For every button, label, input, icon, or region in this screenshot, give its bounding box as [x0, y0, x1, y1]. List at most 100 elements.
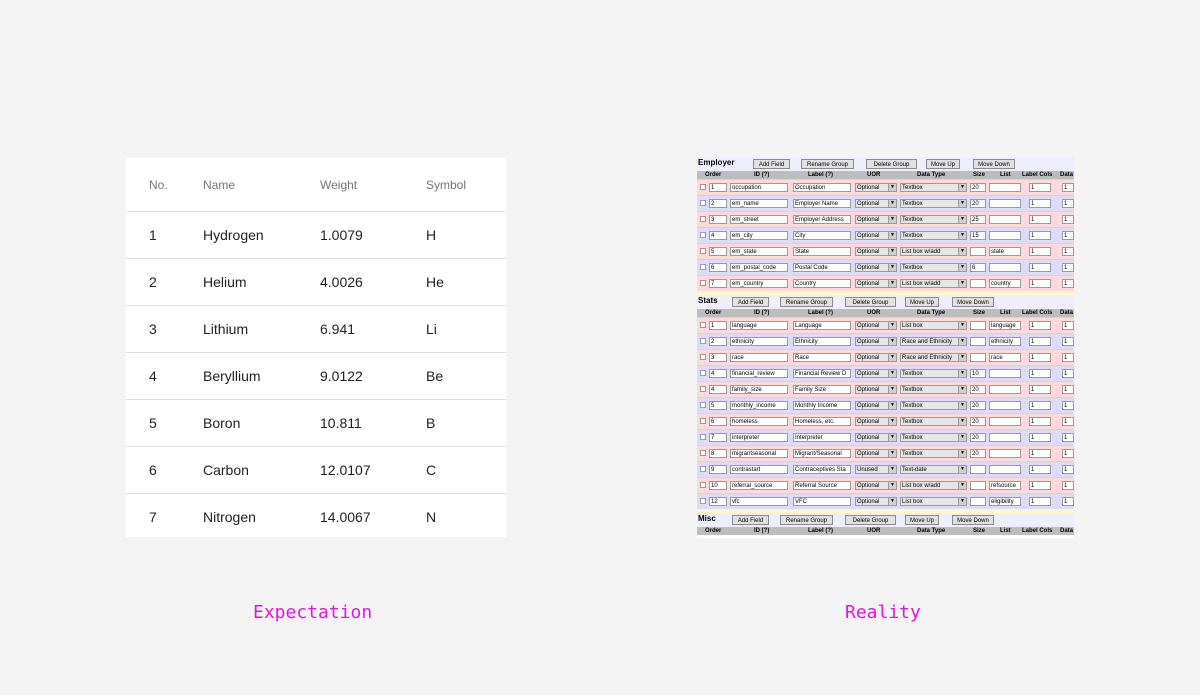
add-field-button[interactable]: Add Field — [732, 297, 769, 307]
uor-select[interactable]: Optional ▼ — [855, 417, 897, 426]
uor-select[interactable]: Optional ▼ — [855, 449, 897, 458]
id-field[interactable]: monthly_income — [730, 401, 788, 410]
data-cols-field[interactable]: 1 — [1062, 231, 1074, 240]
add-field-button[interactable]: Add Field — [732, 515, 769, 525]
data-cols-field[interactable]: 1 — [1062, 183, 1074, 192]
data-type-select[interactable]: List box ▼ — [900, 497, 967, 506]
uor-select[interactable]: Optional ▼ — [855, 183, 897, 192]
select-checkbox[interactable] — [700, 216, 706, 222]
list-field[interactable]: country — [989, 279, 1021, 288]
size-field[interactable]: 20 — [970, 449, 986, 458]
select-checkbox[interactable] — [700, 370, 706, 376]
select-checkbox[interactable] — [700, 354, 706, 360]
order-field[interactable]: 3 — [709, 215, 727, 224]
data-cols-field[interactable]: 1 — [1062, 433, 1074, 442]
id-field[interactable]: homeless — [730, 417, 788, 426]
label-field[interactable]: Employer Address — [793, 215, 851, 224]
label-cols-field[interactable]: 1 — [1029, 481, 1051, 490]
id-field[interactable]: em_country — [730, 279, 788, 288]
label-cols-field[interactable]: 1 — [1029, 497, 1051, 506]
data-cols-field[interactable]: 1 — [1062, 247, 1074, 256]
label-cols-field[interactable]: 1 — [1029, 465, 1051, 474]
uor-select[interactable]: Optional ▼ — [855, 247, 897, 256]
order-field[interactable]: 9 — [709, 465, 727, 474]
label-field[interactable]: Country — [793, 279, 851, 288]
order-field[interactable]: 1 — [709, 183, 727, 192]
order-field[interactable]: 8 — [709, 449, 727, 458]
select-checkbox[interactable] — [700, 248, 706, 254]
move-up-button[interactable]: Move Up — [926, 159, 960, 169]
size-field[interactable] — [970, 279, 986, 288]
data-cols-field[interactable]: 1 — [1062, 497, 1074, 506]
data-cols-field[interactable]: 1 — [1062, 465, 1074, 474]
size-field[interactable] — [970, 247, 986, 256]
label-field[interactable]: Homeless, etc. — [793, 417, 851, 426]
label-field[interactable]: State — [793, 247, 851, 256]
order-field[interactable]: 7 — [709, 279, 727, 288]
label-cols-field[interactable]: 1 — [1029, 321, 1051, 330]
list-field[interactable]: race — [989, 353, 1021, 362]
label-cols-field[interactable]: 1 — [1029, 263, 1051, 272]
size-field[interactable]: 20 — [970, 183, 986, 192]
label-field[interactable]: Occupation — [793, 183, 851, 192]
label-field[interactable]: Language — [793, 321, 851, 330]
label-cols-field[interactable]: 1 — [1029, 417, 1051, 426]
move-up-button[interactable]: Move Up — [905, 297, 939, 307]
id-field[interactable]: financial_review — [730, 369, 788, 378]
data-type-select[interactable]: Race and Ethnicity ▼ — [900, 337, 967, 346]
list-field[interactable]: ethnicity — [989, 337, 1021, 346]
label-cols-field[interactable]: 1 — [1029, 247, 1051, 256]
label-field[interactable]: Monthly Income — [793, 401, 851, 410]
rename-group-button[interactable]: Rename Group — [780, 297, 833, 307]
label-cols-field[interactable]: 1 — [1029, 337, 1051, 346]
id-field[interactable]: family_size — [730, 385, 788, 394]
size-field[interactable]: 25 — [970, 215, 986, 224]
select-checkbox[interactable] — [700, 386, 706, 392]
size-field[interactable]: 20 — [970, 417, 986, 426]
list-field[interactable] — [989, 385, 1021, 394]
label-cols-field[interactable]: 1 — [1029, 433, 1051, 442]
label-field[interactable]: Employer Name — [793, 199, 851, 208]
list-field[interactable]: state — [989, 247, 1021, 256]
data-type-select[interactable]: List box w/add ▼ — [900, 481, 967, 490]
order-field[interactable]: 7 — [709, 433, 727, 442]
order-field[interactable]: 2 — [709, 199, 727, 208]
data-type-select[interactable]: Textbox ▼ — [900, 401, 967, 410]
move-down-button[interactable]: Move Down — [952, 297, 994, 307]
data-type-select[interactable]: Textbox ▼ — [900, 199, 967, 208]
list-field[interactable] — [989, 417, 1021, 426]
data-type-select[interactable]: Textbox ▼ — [900, 263, 967, 272]
order-field[interactable]: 6 — [709, 263, 727, 272]
data-cols-field[interactable]: 1 — [1062, 215, 1074, 224]
move-down-button[interactable]: Move Down — [952, 515, 994, 525]
size-field[interactable]: 6 — [970, 263, 986, 272]
label-field[interactable]: Migrant/Seasonal — [793, 449, 851, 458]
order-field[interactable]: 12 — [709, 497, 727, 506]
uor-select[interactable]: Optional ▼ — [855, 433, 897, 442]
data-type-select[interactable]: Race and Ethnicity ▼ — [900, 353, 967, 362]
select-checkbox[interactable] — [700, 280, 706, 286]
uor-select[interactable]: Optional ▼ — [855, 231, 897, 240]
data-type-select[interactable]: Text-date ▼ — [900, 465, 967, 474]
select-checkbox[interactable] — [700, 418, 706, 424]
list-field[interactable] — [989, 231, 1021, 240]
data-cols-field[interactable]: 1 — [1062, 449, 1074, 458]
uor-select[interactable]: Optional ▼ — [855, 321, 897, 330]
select-checkbox[interactable] — [700, 322, 706, 328]
list-field[interactable]: refsource — [989, 481, 1021, 490]
label-field[interactable]: Postal Code — [793, 263, 851, 272]
size-field[interactable]: 20 — [970, 199, 986, 208]
data-cols-field[interactable]: 1 — [1062, 337, 1074, 346]
uor-select[interactable]: Optional ▼ — [855, 263, 897, 272]
label-field[interactable]: Interpreter — [793, 433, 851, 442]
size-field[interactable] — [970, 353, 986, 362]
list-field[interactable]: eligibility — [989, 497, 1021, 506]
label-cols-field[interactable]: 1 — [1029, 385, 1051, 394]
select-checkbox[interactable] — [700, 466, 706, 472]
uor-select[interactable]: Optional ▼ — [855, 337, 897, 346]
list-field[interactable] — [989, 183, 1021, 192]
select-checkbox[interactable] — [700, 338, 706, 344]
list-field[interactable] — [989, 369, 1021, 378]
rename-group-button[interactable]: Rename Group — [801, 159, 854, 169]
id-field[interactable]: ethnicity — [730, 337, 788, 346]
